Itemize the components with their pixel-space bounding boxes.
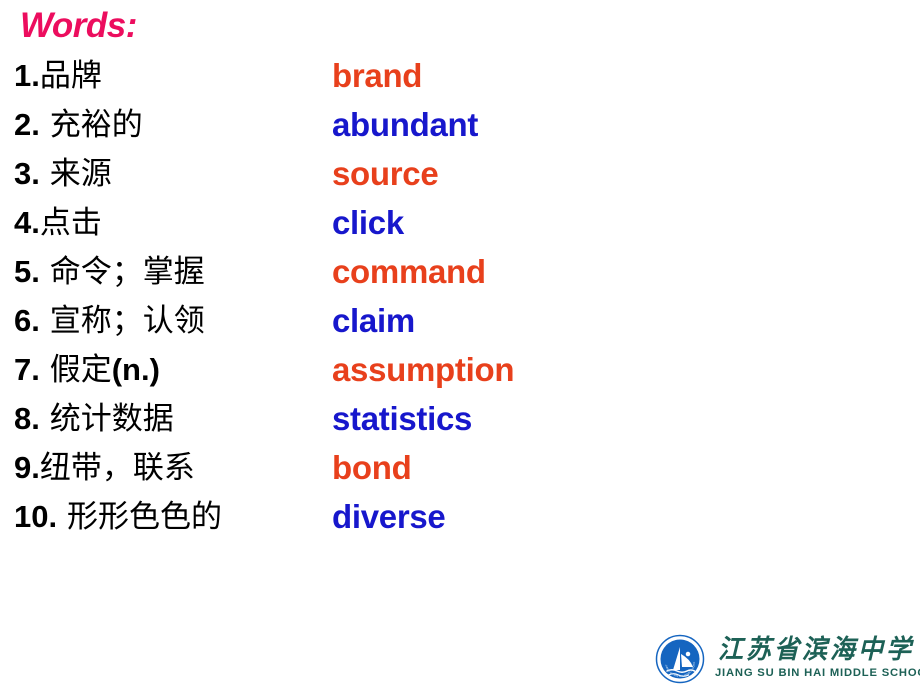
item-number: 7.: [14, 352, 40, 387]
chinese-term-cell: 7. 假定(n.): [14, 346, 160, 395]
list-item: 2. 充裕的 abundant: [0, 101, 920, 150]
chinese-term: 命令；掌握: [39, 254, 205, 290]
vocabulary-list: 1.品牌 brand 2. 充裕的 abundant 3. 来源 source …: [0, 52, 920, 542]
item-number: 2.: [14, 107, 40, 142]
english-term: bond: [332, 449, 412, 486]
chinese-term: 充裕的: [39, 107, 143, 143]
chinese-term-cell: 4.点击: [14, 199, 102, 248]
chinese-term-cell: 9.纽带，联系: [14, 444, 195, 493]
chinese-term-cell: 2. 充裕的: [14, 101, 143, 150]
list-item: 6. 宣称；认领 claim: [0, 297, 920, 346]
english-term: click: [332, 204, 404, 241]
chinese-term: 点击: [39, 205, 102, 241]
list-item: 8. 统计数据 statistics: [0, 395, 920, 444]
item-number: 1.: [14, 58, 40, 93]
english-term: brand: [332, 57, 423, 94]
item-number: 3.: [14, 156, 40, 191]
item-number: 5.: [14, 254, 40, 289]
slide-canvas: Words: 1.品牌 brand 2. 充裕的 abundant 3. 来源 …: [0, 0, 920, 690]
english-term: source: [332, 155, 439, 192]
item-number: 6.: [14, 303, 40, 338]
chinese-term-cell: 6. 宣称；认领: [14, 297, 205, 346]
list-item: 9.纽带，联系 bond: [0, 444, 920, 493]
logo-english-name: JIANG SU BIN HAI MIDDLE SCHOOL: [715, 667, 920, 679]
list-item: 7. 假定(n.) assumption: [0, 346, 920, 395]
chinese-term: 品牌: [39, 58, 102, 94]
logo-wordmark: 江苏省滨海中学 JIANG SU BIN HAI MIDDLE SCHOOL: [715, 630, 920, 688]
chinese-term-cell: 3. 来源: [14, 150, 112, 199]
list-item: 4.点击 click: [0, 199, 920, 248]
logo-chinese-name: 江苏省滨海中学: [718, 634, 915, 665]
item-number: 10.: [14, 499, 58, 534]
english-term: diverse: [332, 498, 446, 535]
school-logo: 江苏省滨海中学 JIANG SU BIN HAI MIDDLE SCHOOL 江…: [654, 630, 920, 688]
list-item: 3. 来源 source: [0, 150, 920, 199]
english-term: abundant: [332, 106, 479, 143]
item-number: 4.: [14, 205, 40, 240]
list-item: 10. 形形色色的 diverse: [0, 493, 920, 542]
chinese-term: 统计数据: [39, 401, 174, 437]
list-item: 1.品牌 brand: [0, 52, 920, 101]
item-number: 9.: [14, 450, 40, 485]
chinese-term: 形形色色的: [57, 499, 222, 535]
list-item: 5. 命令；掌握 command: [0, 248, 920, 297]
english-term: statistics: [332, 400, 473, 437]
chinese-term: 来源: [39, 156, 112, 192]
sailboat-emblem-icon: 江苏省滨海中学 JIANG SU BIN HAI MIDDLE SCHOOL: [654, 632, 705, 684]
part-of-speech: (n.): [111, 352, 160, 387]
page-title: Words:: [20, 6, 137, 45]
chinese-term: 宣称；认领: [39, 303, 205, 339]
english-term: claim: [332, 302, 415, 339]
english-term: assumption: [332, 351, 515, 388]
chinese-term-cell: 8. 统计数据: [14, 395, 174, 444]
chinese-term: 假定: [39, 352, 112, 388]
item-number: 8.: [14, 401, 40, 436]
english-term: command: [332, 253, 486, 290]
chinese-term-cell: 10. 形形色色的: [14, 493, 222, 542]
chinese-term: 纽带，联系: [39, 450, 195, 486]
chinese-term-cell: 5. 命令；掌握: [14, 248, 205, 297]
chinese-term-cell: 1.品牌: [14, 52, 102, 101]
